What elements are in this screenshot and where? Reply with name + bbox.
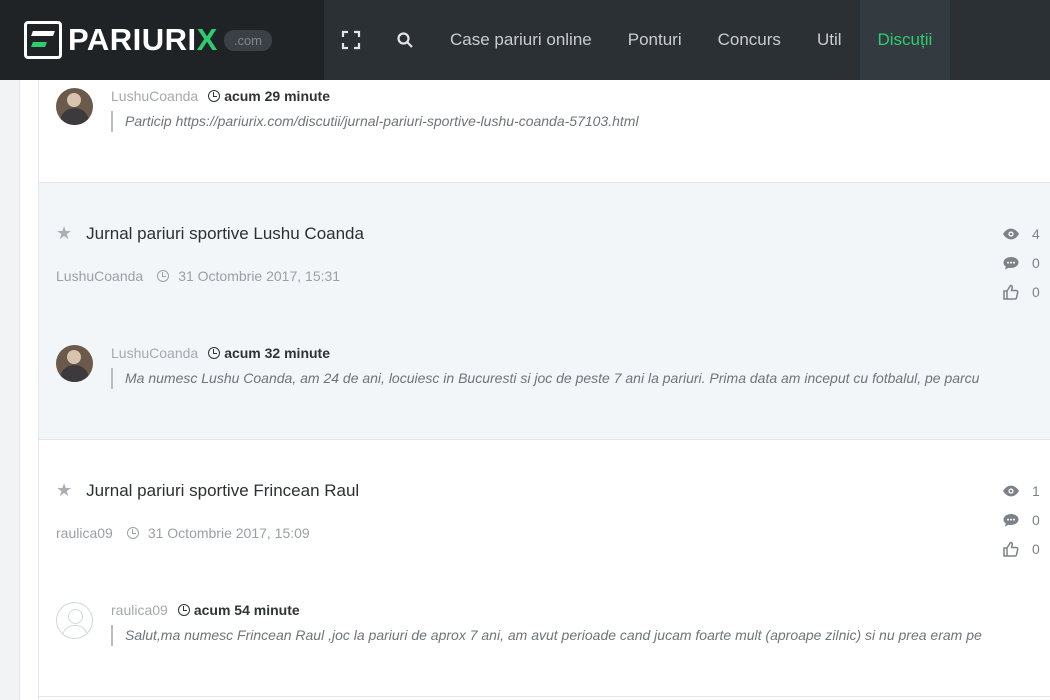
views-stat: 4 [1002, 219, 1050, 248]
topic-title-row: ★ Jurnal pariuri sportive Lushu Coanda [56, 223, 364, 244]
post-excerpt[interactable]: Particip https://pariurix.com/discutii/j… [111, 111, 1050, 132]
left-sidebar-strip [0, 80, 20, 700]
top-navbar: PARIURIX .com Case pariuri online Pontur… [0, 0, 1050, 80]
topic-title[interactable]: Jurnal pariuri sportive Frincean Raul [86, 481, 359, 501]
post-header: LushuCoanda acum 32 minute [111, 345, 330, 361]
post-time: acum 29 minute [224, 88, 331, 104]
views-stat: 1 [1002, 476, 1050, 505]
logo-domain-badge: .com [223, 29, 273, 51]
views-count: 1 [1032, 482, 1040, 499]
likes-stat: 0 [1002, 277, 1050, 306]
topic-meta: raulica09 31 Octombrie 2017, 15:09 [56, 525, 310, 541]
eye-icon [1003, 485, 1019, 496]
comments-stat: 0 [1002, 505, 1050, 534]
clock-icon [126, 527, 139, 539]
likes-count: 0 [1032, 283, 1040, 300]
views-count: 4 [1032, 225, 1040, 242]
topic-stats: 1 0 0 [1002, 476, 1050, 563]
comments-stat: 0 [1002, 248, 1050, 277]
post-excerpt[interactable]: Ma numesc Lushu Coanda, am 24 de ani, lo… [111, 368, 1050, 389]
clock-icon [208, 90, 221, 102]
site-logo[interactable]: PARIURIX .com [0, 0, 324, 80]
topic-block: ★ Jurnal pariuri sportive Lushu Coanda L… [39, 183, 1050, 440]
post-header: LushuCoanda acum 29 minute [111, 88, 330, 104]
avatar[interactable] [56, 88, 93, 125]
thumbs-up-icon [1003, 541, 1019, 557]
comment-icon [1003, 513, 1019, 526]
clock-icon [208, 347, 221, 359]
discussion-list: LushuCoanda acum 29 minute Particip http… [38, 80, 1050, 700]
topic-stats: 4 0 0 [1002, 219, 1050, 306]
post-excerpt[interactable]: Salut,ma numesc Frincean Raul ,joc la pa… [111, 625, 1050, 646]
likes-count: 0 [1032, 540, 1040, 557]
nav-case-pariuri-online[interactable]: Case pariuri online [432, 0, 610, 80]
comments-count: 0 [1032, 511, 1040, 528]
eye-icon [1003, 228, 1019, 239]
topic-block-partial: LushuCoanda acum 29 minute Particip http… [39, 80, 1050, 183]
post-time: acum 54 minute [193, 602, 300, 618]
post-author[interactable]: raulica09 [111, 602, 168, 618]
nav-util[interactable]: Util [799, 0, 860, 80]
topic-title[interactable]: Jurnal pariuri sportive Lushu Coanda [86, 224, 364, 244]
avatar[interactable] [56, 345, 93, 382]
topic-author[interactable]: raulica09 [56, 525, 113, 541]
topic-date: 31 Octombrie 2017, 15:09 [147, 525, 310, 541]
clock-icon [157, 270, 170, 282]
logo-mark-icon [24, 21, 62, 59]
logo-text: PARIURIX [68, 22, 218, 57]
topic-date: 31 Octombrie 2017, 15:31 [178, 268, 341, 284]
star-icon[interactable]: ★ [56, 480, 72, 501]
clock-icon [177, 604, 190, 616]
post-header: raulica09 acum 54 minute [111, 602, 300, 618]
nav-ponturi[interactable]: Ponturi [610, 0, 700, 80]
post-author[interactable]: LushuCoanda [111, 345, 198, 361]
post-author[interactable]: LushuCoanda [111, 88, 198, 104]
default-avatar-icon[interactable] [56, 602, 93, 639]
star-icon[interactable]: ★ [56, 223, 72, 244]
comment-icon [1003, 256, 1019, 269]
topic-meta: LushuCoanda 31 Octombrie 2017, 15:31 [56, 268, 340, 284]
fullscreen-icon[interactable] [324, 0, 378, 80]
thumbs-up-icon [1003, 284, 1019, 300]
comments-count: 0 [1032, 254, 1040, 271]
likes-stat: 0 [1002, 534, 1050, 563]
nav-concurs[interactable]: Concurs [700, 0, 799, 80]
post-time: acum 32 minute [224, 345, 331, 361]
search-icon[interactable] [378, 0, 432, 80]
nav-discutii[interactable]: Discuții [859, 0, 951, 80]
topic-title-row: ★ Jurnal pariuri sportive Frincean Raul [56, 480, 359, 501]
topic-author[interactable]: LushuCoanda [56, 268, 143, 284]
topic-block: ★ Jurnal pariuri sportive Frincean Raul … [39, 440, 1050, 697]
